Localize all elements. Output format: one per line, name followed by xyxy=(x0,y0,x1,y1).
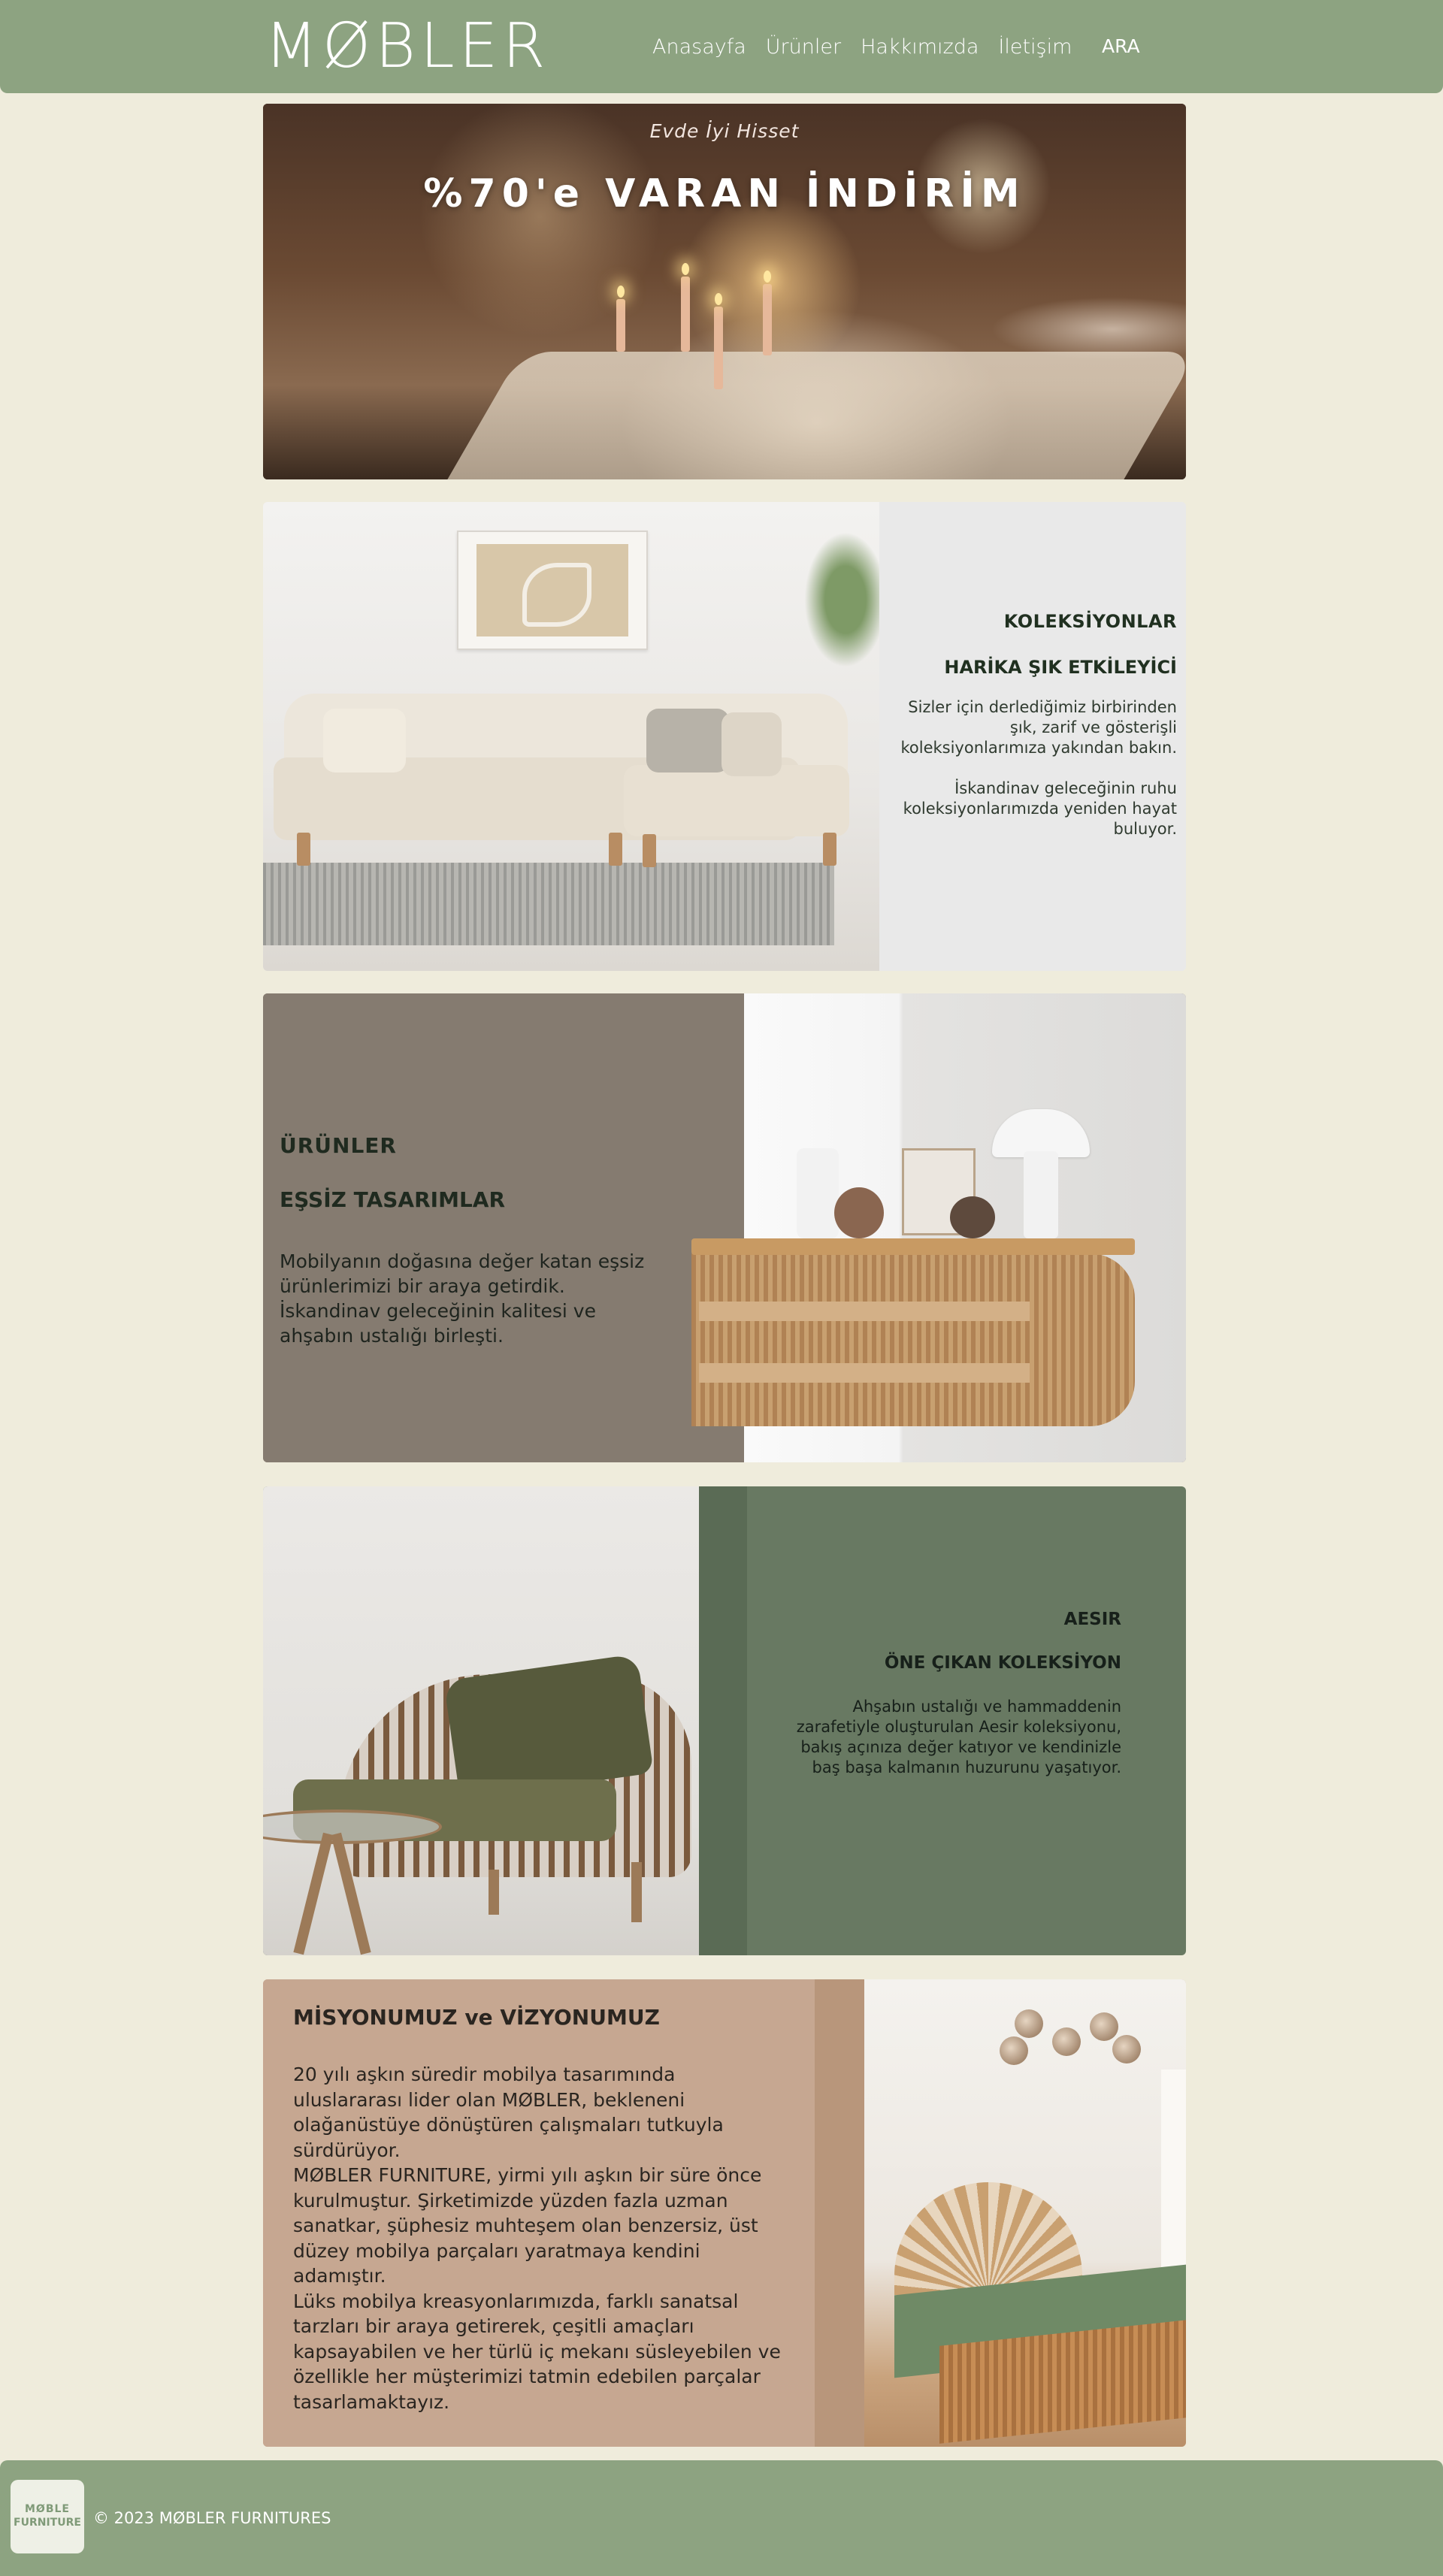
chair-leg xyxy=(489,1870,499,1915)
site-logo[interactable]: MØBLER xyxy=(265,11,549,83)
candle xyxy=(714,307,723,389)
wall-art-frame xyxy=(457,531,648,650)
aesir-paragraph: Ahşabın ustalığı ve hammaddenin zarafeti… xyxy=(796,1698,1121,1776)
aesir-text: AESIR ÖNE ÇIKAN KOLEKSİYON Ahşabın ustal… xyxy=(747,1486,1186,1955)
striped-rug xyxy=(263,863,834,945)
chandelier-globe xyxy=(1000,2036,1028,2065)
hero-banner[interactable]: Evde İyi Hisset %70'e VARAN İNDİRİM xyxy=(263,104,1186,479)
collections-title: KOLEKSİYONLAR xyxy=(1003,611,1177,632)
sideboard-photo xyxy=(691,993,1186,1462)
mission-title: MİSYONUMUZ ve VİZYONUMUZ xyxy=(293,2005,660,2030)
candle xyxy=(681,277,690,352)
mission-paragraph-2: MØBLER FURNITURE, yirmi yılı aşkın bir s… xyxy=(293,2164,762,2287)
aesir-accent-band xyxy=(699,1486,747,1955)
sofa-leg xyxy=(823,833,836,866)
main-nav: Anasayfa Ürünler Hakkımızda İletişim xyxy=(652,32,1091,62)
vase xyxy=(950,1196,995,1238)
sofa-pillow xyxy=(722,712,782,776)
chandelier-globe xyxy=(1015,2009,1043,2038)
chandelier-globe xyxy=(1052,2027,1081,2056)
footer-logo-line-1: MØBLE xyxy=(25,2503,70,2515)
nav-link-about[interactable]: Hakkımızda xyxy=(861,35,979,59)
side-table-leg xyxy=(293,1832,334,1955)
candle-flame xyxy=(682,263,689,275)
candle xyxy=(616,299,625,352)
bedroom-photo xyxy=(864,1979,1186,2447)
collections-paragraph-2: İskandinav geleceğinin ruhu koleksiyonla… xyxy=(903,779,1177,838)
sideboard-shelf xyxy=(699,1363,1030,1383)
products-title: ÜRÜNLER xyxy=(280,1133,397,1158)
products-paragraph: Mobilyanın doğasına değer katan eşsiz ür… xyxy=(280,1250,645,1347)
nav-link-products[interactable]: Ürünler xyxy=(766,35,841,59)
products-section: ÜRÜNLER EŞSİZ TASARIMLAR Mobilyanın doğa… xyxy=(263,993,1186,1462)
products-text: ÜRÜNLER EŞSİZ TASARIMLAR Mobilyanın doğa… xyxy=(263,993,744,1462)
vase xyxy=(834,1187,884,1238)
lounge-chair-photo xyxy=(263,1486,699,1955)
sofa-pillow xyxy=(646,709,729,772)
sofa-pillow xyxy=(323,709,406,772)
chandelier-globe xyxy=(1112,2035,1141,2064)
mission-paragraph-3: Lüks mobilya kreasyonlarımızda, farklı s… xyxy=(293,2290,781,2413)
sofa-leg xyxy=(297,833,310,866)
footer-copyright: © 2023 MØBLER FURNITURES xyxy=(93,2509,331,2527)
sofa-leg xyxy=(643,834,656,867)
hero-headline: %70'e VARAN İNDİRİM xyxy=(423,171,1026,216)
hero-tagline: Evde İyi Hisset xyxy=(649,120,800,142)
aesir-section: AESIR ÖNE ÇIKAN KOLEKSİYON Ahşabın ustal… xyxy=(263,1486,1186,1955)
footer-logo-line-2: FURNITURE xyxy=(14,2517,81,2529)
collections-subtitle: HARİKA ŞIK ETKİLEYİCİ xyxy=(944,657,1177,678)
candle-flame xyxy=(617,286,625,298)
sideboard-body xyxy=(691,1253,1135,1426)
products-subtitle: EŞSİZ TASARIMLAR xyxy=(280,1187,506,1212)
lamp-shade xyxy=(992,1109,1090,1157)
hero-dinner-table xyxy=(425,352,1186,479)
nav-link-contact[interactable]: İletişim xyxy=(998,35,1072,59)
aesir-subtitle: ÖNE ÇIKAN KOLEKSİYON xyxy=(884,1653,1121,1673)
site-header: MØBLER Anasayfa Ürünler Hakkımızda İleti… xyxy=(0,0,1443,93)
mission-section: MİSYONUMUZ ve VİZYONUMUZ 20 yılı aşkın s… xyxy=(263,1979,1186,2447)
collections-text: KOLEKSİYONLAR HARİKA ŞIK ETKİLEYİCİ Sizl… xyxy=(879,502,1186,971)
chair-leg xyxy=(631,1862,642,1922)
candle xyxy=(763,284,772,355)
nav-link-home[interactable]: Anasayfa xyxy=(652,35,746,59)
mission-body: 20 yılı aşkın süredir mobilya tasarımınd… xyxy=(293,2062,789,2414)
plant-decor xyxy=(804,532,887,667)
living-room-sofa-photo xyxy=(263,502,887,971)
candle-flame xyxy=(764,271,771,283)
mission-paragraph-1: 20 yılı aşkın süredir mobilya tasarımınd… xyxy=(293,2064,724,2161)
site-footer: MØBLE FURNITURE © 2023 MØBLER FURNITURES xyxy=(0,2460,1443,2576)
mission-text: MİSYONUMUZ ve VİZYONUMUZ 20 yılı aşkın s… xyxy=(263,1979,815,2447)
lamp-base xyxy=(1024,1151,1058,1238)
mission-accent-band xyxy=(815,1979,864,2447)
sideboard-shelf xyxy=(699,1302,1030,1321)
sideboard-top xyxy=(691,1238,1135,1255)
footer-logo[interactable]: MØBLE FURNITURE xyxy=(11,2480,84,2553)
sofa-leg xyxy=(609,833,622,866)
collections-section: KOLEKSİYONLAR HARİKA ŞIK ETKİLEYİCİ Sizl… xyxy=(263,502,1186,971)
chandelier-globe xyxy=(1090,2012,1118,2041)
vase xyxy=(797,1148,839,1238)
collections-paragraph-1: Sizler için derlediğimiz birbirinden şık… xyxy=(900,698,1177,757)
candle-flame xyxy=(715,293,722,305)
search-link[interactable]: ARA xyxy=(1102,32,1140,62)
aesir-title: AESIR xyxy=(1063,1610,1121,1629)
